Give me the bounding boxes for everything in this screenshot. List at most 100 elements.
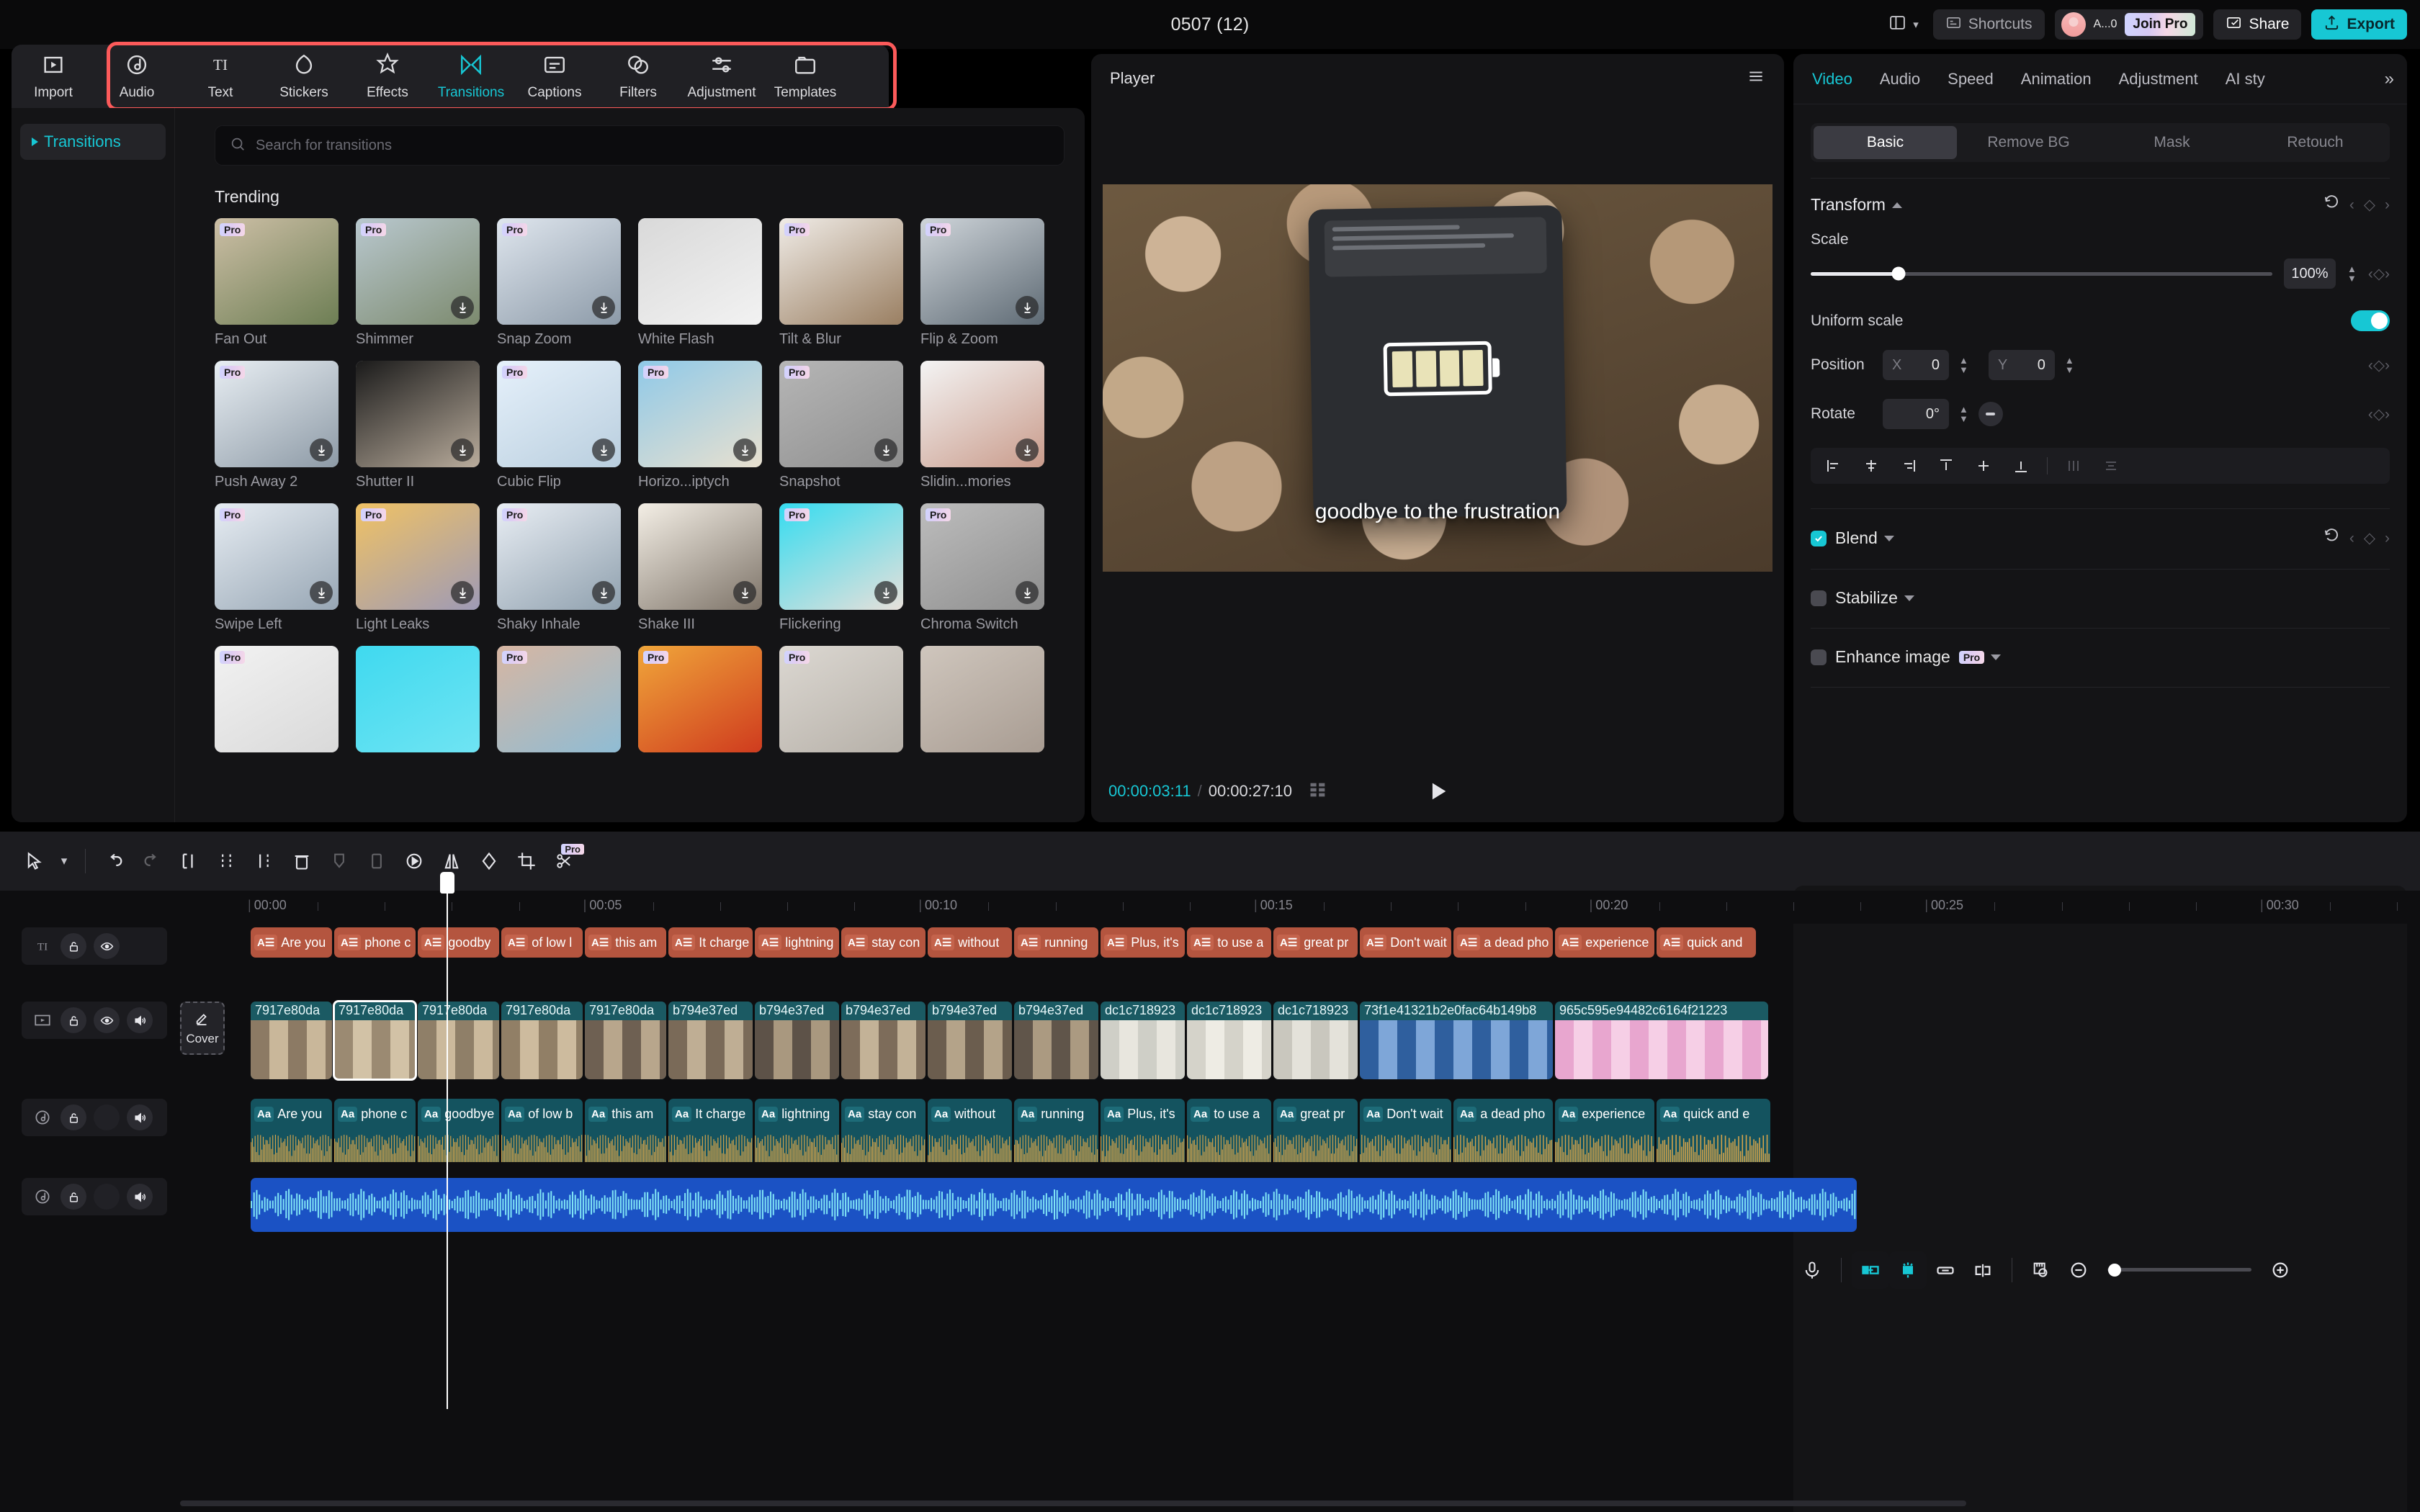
transition-item[interactable]: ProFlickering bbox=[779, 503, 903, 633]
toolbar-item-text[interactable]: TIText bbox=[179, 45, 262, 108]
video-clip[interactable]: dc1c718923 bbox=[1273, 1002, 1358, 1079]
unlock-icon[interactable] bbox=[60, 933, 86, 959]
download-icon[interactable] bbox=[592, 581, 615, 604]
caption-clip[interactable]: Aato use a bbox=[1187, 1099, 1271, 1129]
tab-animation[interactable]: Animation bbox=[2021, 70, 2092, 89]
segment-basic[interactable]: Basic bbox=[1814, 126, 1957, 159]
search-input[interactable] bbox=[256, 138, 1049, 154]
enhance-caret-icon[interactable] bbox=[1991, 654, 2001, 660]
text-clip[interactable]: A☰Are you bbox=[251, 927, 332, 958]
transition-item[interactable]: Pro bbox=[215, 646, 339, 759]
caption-clip[interactable]: AaIt charge bbox=[668, 1099, 753, 1129]
transition-item[interactable]: Shutter II bbox=[356, 361, 480, 490]
eye-icon[interactable] bbox=[94, 1007, 120, 1033]
video-canvas[interactable]: goodbye to the frustration bbox=[1103, 184, 1773, 572]
download-icon[interactable] bbox=[1016, 438, 1039, 462]
align-right-icon[interactable] bbox=[1893, 452, 1924, 480]
download-icon[interactable] bbox=[733, 581, 756, 604]
scale-slider-knob[interactable] bbox=[1891, 267, 1905, 281]
category-transitions[interactable]: Transitions bbox=[20, 124, 166, 160]
download-icon[interactable] bbox=[1016, 581, 1039, 604]
text-clip[interactable]: A☰experience bbox=[1555, 927, 1654, 958]
text-clip[interactable]: A☰to use a bbox=[1187, 927, 1271, 958]
cover-button[interactable]: Cover bbox=[180, 1002, 225, 1055]
transition-thumbnail[interactable] bbox=[356, 646, 480, 752]
caption-clip[interactable]: Aastay con bbox=[841, 1099, 926, 1129]
video-clip[interactable]: b794e37ed bbox=[928, 1002, 1012, 1079]
play-icon[interactable] bbox=[1425, 779, 1450, 804]
video-clip[interactable]: 7917e80da bbox=[334, 1002, 416, 1079]
speaker-icon[interactable] bbox=[127, 1007, 153, 1033]
text-clip[interactable]: A☰running bbox=[1014, 927, 1098, 958]
video-clip[interactable]: 73f1e41321b2e0fac64b149b8 bbox=[1360, 1002, 1553, 1079]
blend-keyframe-prev-icon[interactable]: ‹ bbox=[2349, 530, 2354, 547]
crop-icon[interactable] bbox=[508, 842, 545, 880]
align-bottom-icon[interactable] bbox=[2005, 452, 2037, 480]
enhance-checkbox[interactable] bbox=[1811, 649, 1827, 665]
scale-slider[interactable] bbox=[1811, 272, 2272, 276]
transition-thumbnail[interactable]: Pro bbox=[497, 218, 621, 325]
transition-thumbnail[interactable]: Pro bbox=[497, 646, 621, 752]
toolbar-item-adjustment[interactable]: Adjustment bbox=[680, 45, 763, 108]
collapse-caret-icon[interactable] bbox=[1892, 202, 1902, 208]
redo-icon[interactable] bbox=[133, 842, 171, 880]
export-button[interactable]: Export bbox=[2311, 9, 2407, 40]
auto-cut-icon[interactable]: Pro bbox=[545, 842, 583, 880]
transition-item[interactable]: ProFlip & Zoom bbox=[920, 218, 1044, 348]
transition-thumbnail[interactable] bbox=[920, 646, 1044, 752]
unlock-icon[interactable] bbox=[60, 1104, 86, 1130]
blend-checkbox[interactable] bbox=[1811, 531, 1827, 546]
transition-item[interactable]: ProSnap Zoom bbox=[497, 218, 621, 348]
caption-clip[interactable]: Aarunning bbox=[1014, 1099, 1098, 1129]
rotate-field[interactable]: 0° bbox=[1883, 399, 1949, 429]
position-keyframe[interactable]: ‹◇› bbox=[2368, 356, 2390, 374]
transition-item[interactable]: ProTilt & Blur bbox=[779, 218, 903, 348]
transition-thumbnail[interactable] bbox=[356, 361, 480, 467]
caption-clip[interactable]: Aaa dead pho bbox=[1453, 1099, 1553, 1129]
caption-clip[interactable]: Aaquick and e bbox=[1657, 1099, 1770, 1129]
caption-clip[interactable]: Aawithout bbox=[928, 1099, 1012, 1129]
marker-icon[interactable] bbox=[321, 842, 358, 880]
transition-thumbnail[interactable]: Pro bbox=[779, 361, 903, 467]
timeline-ruler[interactable]: 00:0000:0500:1000:1500:2000:2500:3000:35 bbox=[0, 891, 2420, 924]
reset-icon[interactable] bbox=[2323, 194, 2340, 215]
stabilize-row[interactable]: Stabilize bbox=[1793, 588, 2407, 608]
text-clip[interactable]: A☰goodby bbox=[418, 927, 499, 958]
caption-clip[interactable]: AaDon't wait bbox=[1360, 1099, 1451, 1129]
transition-item[interactable]: ProShimmer bbox=[356, 218, 480, 348]
transition-thumbnail[interactable]: Pro bbox=[497, 361, 621, 467]
download-icon[interactable] bbox=[451, 438, 474, 462]
chevron-double-right-icon[interactable]: » bbox=[2385, 69, 2394, 89]
video-clip[interactable]: b794e37ed bbox=[668, 1002, 753, 1079]
toolbar-item-templates[interactable]: Templates bbox=[763, 45, 847, 108]
keyframe-diamond-icon[interactable]: ◇ bbox=[2364, 196, 2375, 214]
rotate-keyframe[interactable]: ‹◇› bbox=[2368, 405, 2390, 423]
transition-thumbnail[interactable]: Pro bbox=[356, 218, 480, 325]
tab-audio[interactable]: Audio bbox=[1880, 70, 1920, 89]
transition-thumbnail[interactable]: Pro bbox=[638, 646, 762, 752]
text-clip[interactable]: A☰phone c bbox=[334, 927, 416, 958]
text-clip[interactable]: A☰without bbox=[928, 927, 1012, 958]
playhead-handle[interactable] bbox=[440, 872, 454, 894]
video-clip[interactable]: 7917e80da bbox=[585, 1002, 666, 1079]
download-icon[interactable] bbox=[592, 296, 615, 319]
text-clip[interactable]: A☰It charge bbox=[668, 927, 753, 958]
blend-keyframe-diamond-icon[interactable]: ◇ bbox=[2364, 529, 2375, 547]
rotate-dial[interactable] bbox=[1978, 402, 2003, 426]
unlock-icon[interactable] bbox=[60, 1184, 86, 1210]
download-icon[interactable] bbox=[310, 581, 333, 604]
segment-mask[interactable]: Mask bbox=[2100, 126, 2244, 159]
transition-item[interactable]: White Flash bbox=[638, 218, 762, 348]
transition-item[interactable]: Shake III bbox=[638, 503, 762, 633]
blend-row[interactable]: Blend ‹ ◇ › bbox=[1793, 528, 2407, 549]
transition-item[interactable] bbox=[356, 646, 480, 759]
text-clip[interactable]: A☰stay con bbox=[841, 927, 926, 958]
text-clip[interactable]: A☰great pr bbox=[1273, 927, 1358, 958]
transition-item[interactable] bbox=[920, 646, 1044, 759]
transition-thumbnail[interactable]: Pro bbox=[779, 646, 903, 752]
eye-icon[interactable] bbox=[94, 933, 120, 959]
transition-thumbnail[interactable]: Pro bbox=[215, 361, 339, 467]
text-clip[interactable]: A☰Don't wait bbox=[1360, 927, 1451, 958]
transition-thumbnail[interactable]: Pro bbox=[638, 361, 762, 467]
video-clip[interactable]: 7917e80da bbox=[501, 1002, 583, 1079]
